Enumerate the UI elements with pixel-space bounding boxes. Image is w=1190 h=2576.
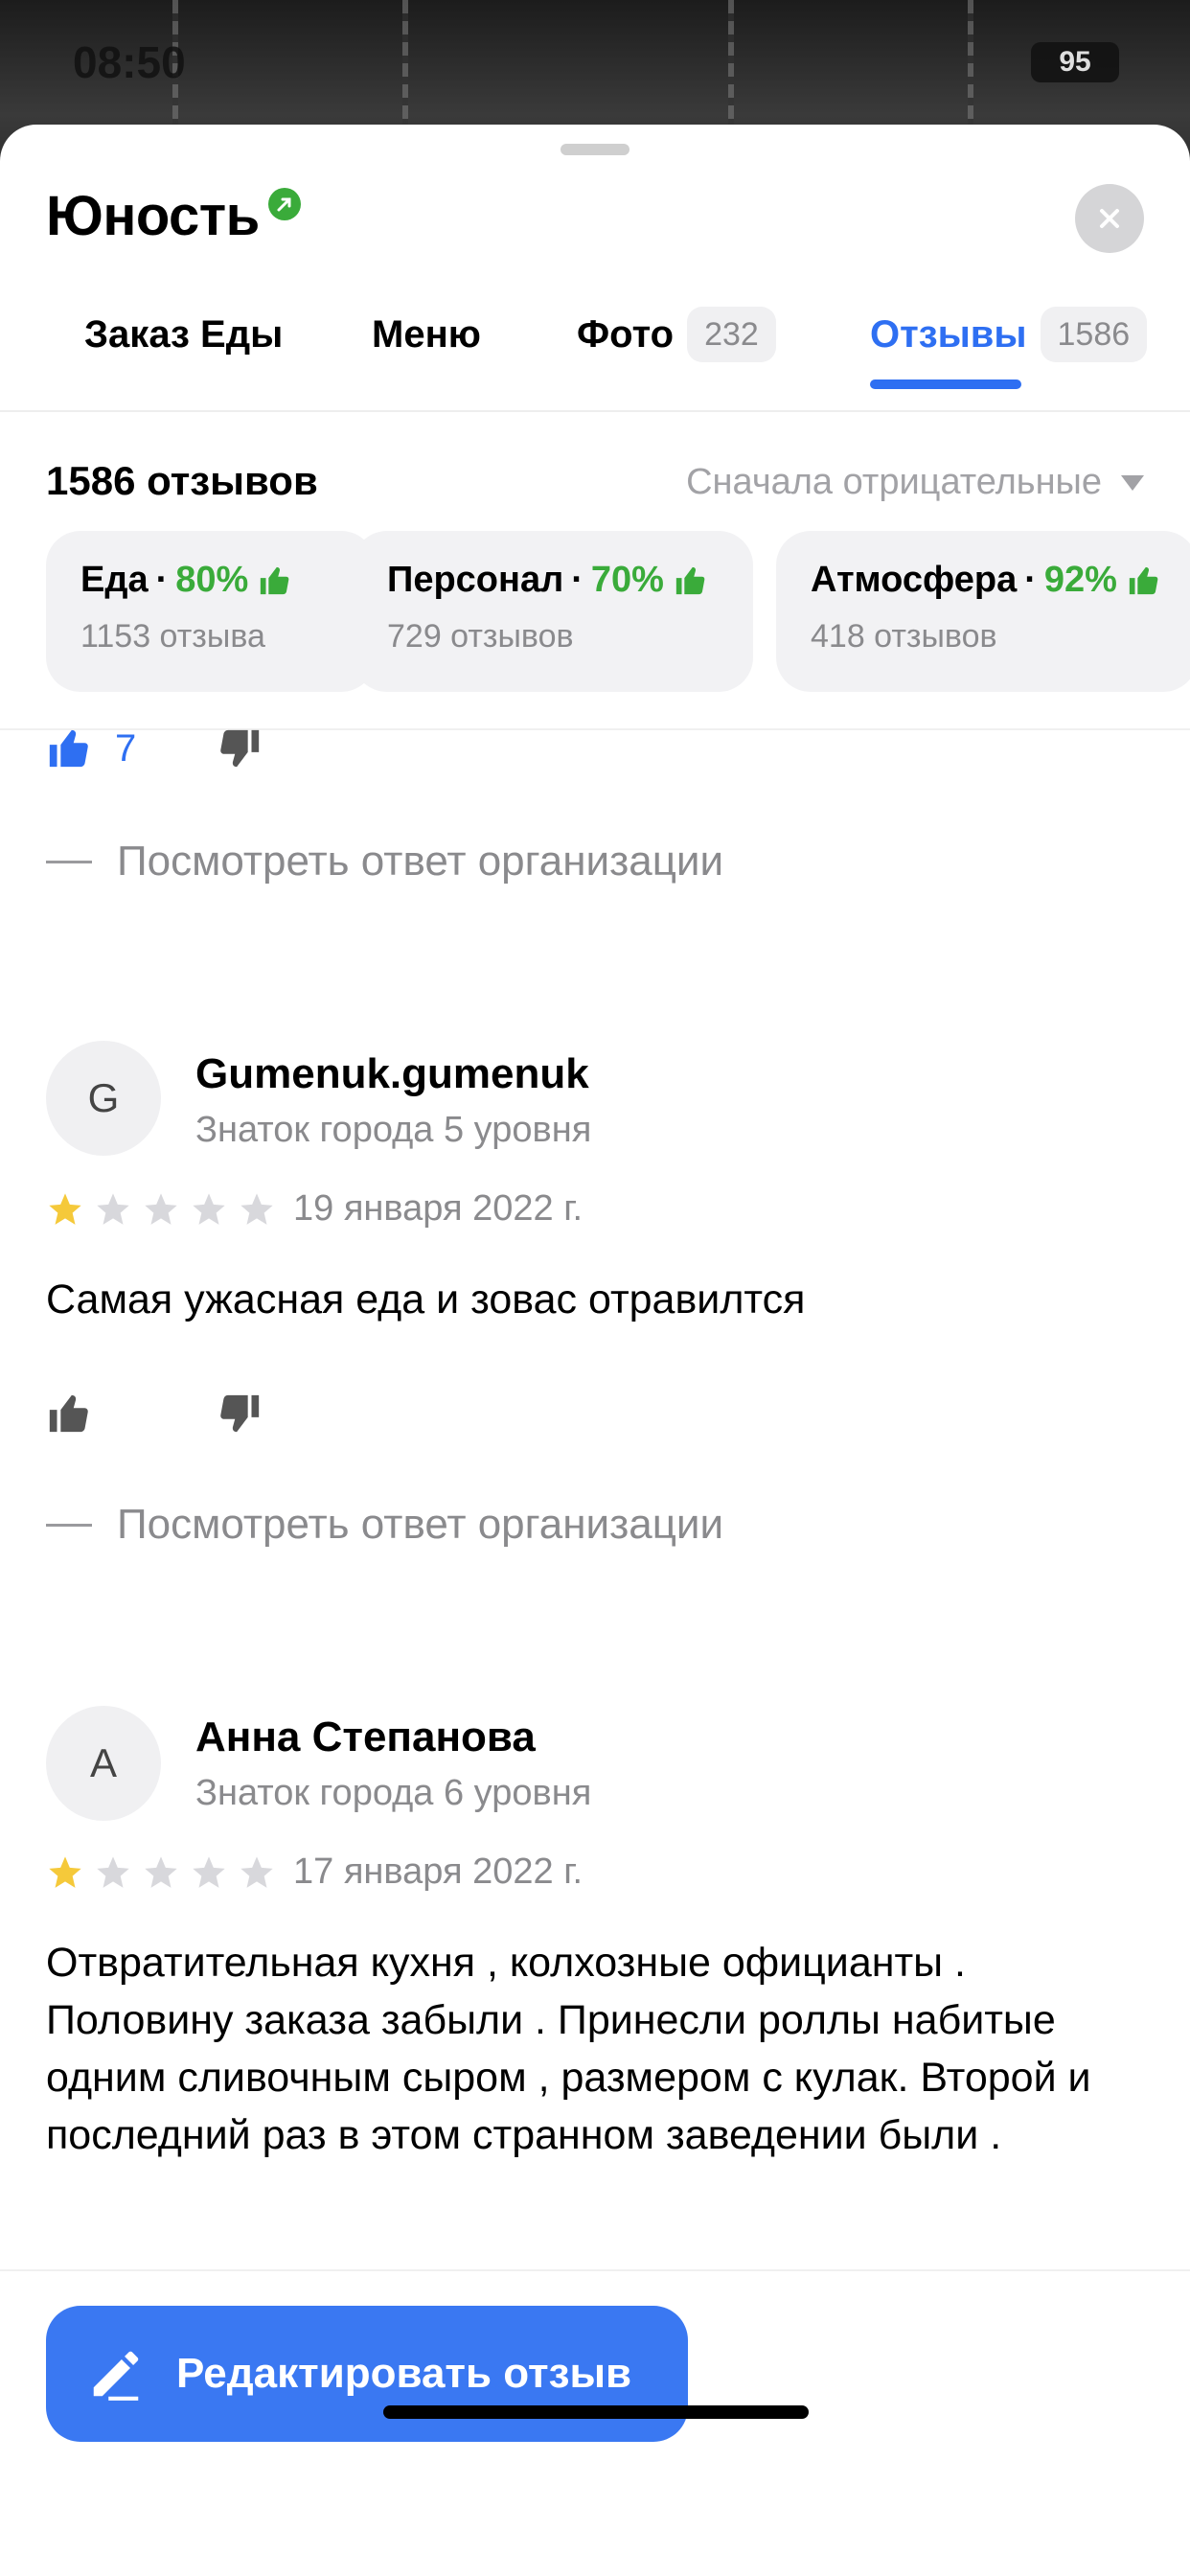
aspect-title: Еда · 80% xyxy=(80,560,341,601)
aspect-title: Атмосфера · 92% xyxy=(811,560,1163,601)
star-empty-icon xyxy=(240,1855,273,1888)
close-icon xyxy=(1100,209,1119,228)
star-empty-icon xyxy=(97,1192,129,1225)
tab-count-badge: 232 xyxy=(687,307,776,362)
review-rating: 19 января 2022 г. xyxy=(46,1188,583,1230)
edit-review-button[interactable]: Редактировать отзыв xyxy=(46,2306,688,2442)
star-empty-icon xyxy=(145,1192,177,1225)
edit-review-label: Редактировать отзыв xyxy=(176,2350,632,2397)
aspect-name: Атмосфера xyxy=(811,560,1018,600)
divider xyxy=(0,2269,1190,2271)
like-button[interactable]: 7 xyxy=(46,726,136,770)
avatar[interactable]: G xyxy=(46,1041,161,1156)
dash-decoration xyxy=(46,1523,92,1527)
active-tab-indicator xyxy=(870,380,1021,389)
dash-decoration xyxy=(46,860,92,863)
tab-photos[interactable]: Фото 232 xyxy=(577,286,776,412)
status-time: 08:50 xyxy=(73,37,186,87)
star-empty-icon xyxy=(193,1192,225,1225)
review-author-level: Знаток города 5 уровня xyxy=(195,1110,592,1150)
review-date: 17 января 2022 г. xyxy=(293,1852,583,1892)
aspect-name: Еда xyxy=(80,560,149,600)
see-reply-label: Посмотреть ответ организации xyxy=(117,1501,724,1548)
tab-menu[interactable]: Меню xyxy=(372,286,481,412)
see-reply-label: Посмотреть ответ организации xyxy=(117,838,724,885)
aspect-percent: 80% xyxy=(175,560,249,600)
caret-down-icon xyxy=(1121,474,1144,491)
sheet-grabber[interactable] xyxy=(561,144,629,155)
thumbs-up-icon xyxy=(1129,566,1158,594)
sort-label: Сначала отрицательные xyxy=(686,462,1102,502)
review-author-level: Знаток города 6 уровня xyxy=(195,1773,592,1813)
tab-label: Заказ Еды xyxy=(84,313,284,356)
star-filled-icon xyxy=(49,1192,81,1225)
star-empty-icon xyxy=(145,1855,177,1888)
tabs-bar: Заказ Еды Меню Фото 232 Отзывы 1586 xyxy=(0,286,1190,412)
sort-dropdown[interactable]: Сначала отрицательные xyxy=(686,462,1144,503)
place-title: Юность xyxy=(46,185,260,247)
reviews-count: 1586 отзывов xyxy=(46,458,318,503)
review-author-name[interactable]: Gumenuk.gumenuk xyxy=(195,1050,589,1098)
review-text: Самая ужасная еда и зовас отравилтся xyxy=(46,1276,806,1322)
close-button[interactable] xyxy=(1075,184,1144,253)
review-rating: 17 января 2022 г. xyxy=(46,1852,583,1893)
tab-label: Меню xyxy=(372,313,481,356)
tab-label: Фото xyxy=(577,313,675,356)
thumbs-up-icon xyxy=(49,729,88,768)
star-empty-icon xyxy=(193,1855,225,1888)
star-empty-icon xyxy=(97,1855,129,1888)
thumbs-up-icon xyxy=(261,566,289,594)
status-bar: 08:50 95 xyxy=(0,0,1190,125)
vote-row xyxy=(46,1392,260,1436)
separator-dot: · xyxy=(571,560,584,600)
vote-row: 7 xyxy=(46,726,260,770)
aspect-chip-atmosphere[interactable]: Атмосфера · 92% 418 отзывов xyxy=(776,531,1190,692)
thumbs-down-icon xyxy=(220,1394,260,1433)
aspect-title: Персонал · 70% xyxy=(387,560,719,601)
dislike-button[interactable] xyxy=(218,726,263,775)
review-text: Отвратительная кухня , колхозные официан… xyxy=(46,1940,1091,2158)
aspect-chip-food[interactable]: Еда · 80% 1153 отзыва xyxy=(46,531,376,692)
home-indicator[interactable] xyxy=(383,2405,809,2419)
see-org-reply-link[interactable]: Посмотреть ответ организации xyxy=(46,1501,723,1549)
review-author-name[interactable]: Анна Степанова xyxy=(195,1714,536,1761)
thumbs-up-icon xyxy=(49,1394,88,1433)
aspect-chips: Еда · 80% 1153 отзыва Персонал · 70% 729 отз… xyxy=(46,531,1190,692)
bottom-sheet: Юность Заказ Еды Меню Фото 232 Отзывы 15… xyxy=(0,125,1190,2576)
see-org-reply-link[interactable]: Посмотреть ответ организации xyxy=(46,838,723,886)
separator-dot: · xyxy=(155,560,169,600)
thumbs-up-icon xyxy=(675,566,705,594)
aspect-chip-staff[interactable]: Персонал · 70% 729 отзывов xyxy=(353,531,753,692)
pencil-icon xyxy=(93,2351,139,2401)
like-count: 7 xyxy=(115,726,137,770)
dislike-button[interactable] xyxy=(218,1392,263,1440)
battery-icon: 95 xyxy=(1031,42,1119,82)
like-button[interactable] xyxy=(46,1392,90,1436)
tab-label: Отзывы xyxy=(870,313,1027,356)
star-empty-icon xyxy=(240,1192,273,1225)
aspect-name: Персонал xyxy=(387,560,564,600)
aspect-percent: 70% xyxy=(590,560,664,600)
aspect-reviews: 729 отзывов xyxy=(387,618,574,655)
review-date: 19 января 2022 г. xyxy=(293,1188,583,1229)
aspect-percent: 92% xyxy=(1043,560,1117,600)
tab-food-order[interactable]: Заказ Еды xyxy=(84,286,283,412)
separator-dot: · xyxy=(1024,560,1037,600)
tab-count-badge: 1586 xyxy=(1040,307,1148,362)
aspect-reviews: 1153 отзыва xyxy=(80,618,265,655)
tab-reviews[interactable]: Отзывы 1586 xyxy=(870,286,1148,412)
divider xyxy=(0,728,1190,730)
thumbs-down-icon xyxy=(220,729,260,768)
avatar[interactable]: А xyxy=(46,1706,161,1821)
aspect-reviews: 418 отзывов xyxy=(811,618,997,655)
verified-arrow-icon xyxy=(268,188,301,220)
star-filled-icon xyxy=(49,1855,81,1888)
